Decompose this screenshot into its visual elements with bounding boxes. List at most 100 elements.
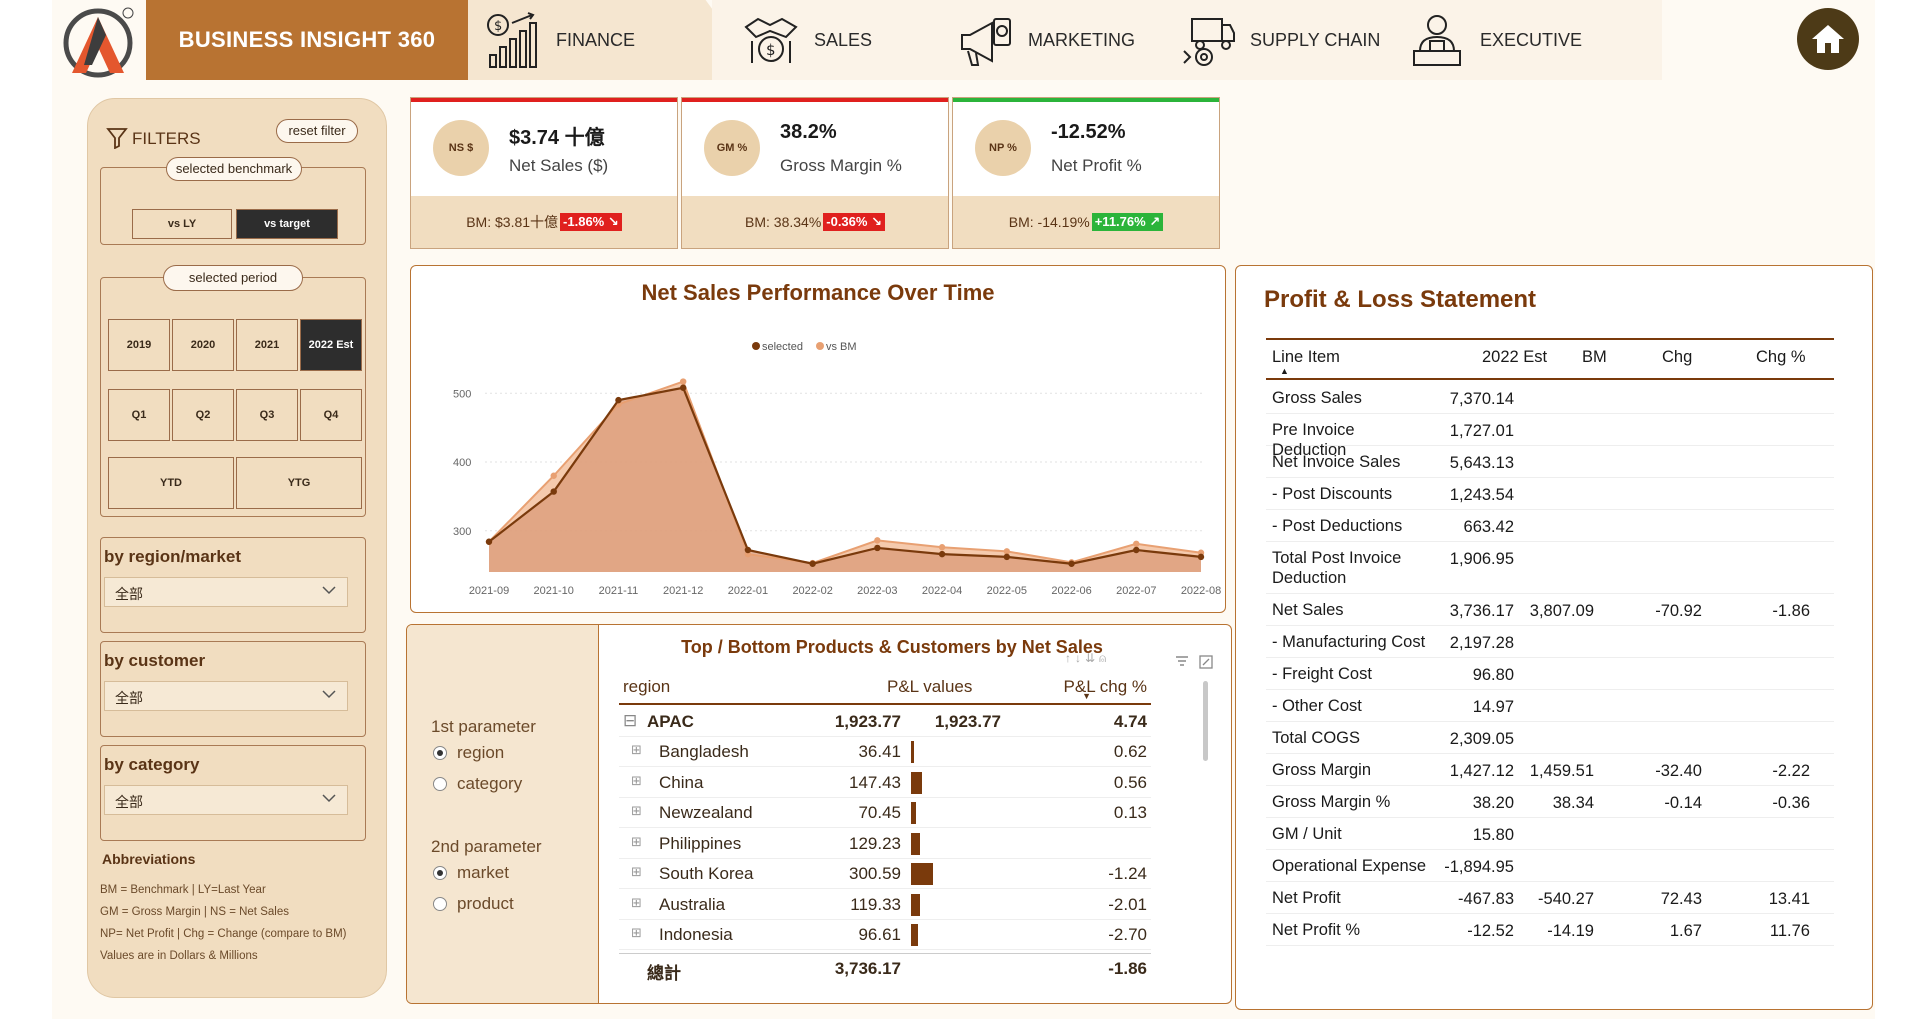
pl-row[interactable]: Net Profit -467.83 -540.27 72.43 13.41 bbox=[1266, 882, 1834, 914]
x-tick-label: 2021-12 bbox=[663, 585, 703, 597]
expand-row-icon[interactable]: ⊞ bbox=[631, 773, 642, 789]
expand-row-icon[interactable]: ⊞ bbox=[631, 742, 642, 758]
kpi-accent-bar bbox=[953, 98, 1219, 102]
pl-est: -12.52 bbox=[1467, 922, 1514, 940]
kpi-badge: GM % bbox=[704, 120, 760, 176]
quarter-q4-button[interactable]: Q4 bbox=[300, 389, 362, 441]
pl-chg-pct: -1.86 bbox=[1772, 602, 1810, 620]
column-header[interactable]: Chg bbox=[1662, 348, 1692, 367]
pl-row[interactable]: - Post Deductions 663.42 bbox=[1266, 510, 1834, 542]
benchmark-vs-target-button[interactable]: vs target bbox=[236, 209, 338, 239]
quarter-q2-button[interactable]: Q2 bbox=[172, 389, 234, 441]
top-bottom-table: region P&L values P&L chg % ▼ ⊟ APAC 1,9… bbox=[619, 669, 1151, 1003]
region-dropdown[interactable]: 全部 bbox=[104, 577, 348, 607]
column-header[interactable]: P&L chg % bbox=[1064, 677, 1147, 697]
reset-filter-button[interactable]: reset filter bbox=[276, 119, 358, 143]
pl-row[interactable]: - Other Cost 14.97 bbox=[1266, 690, 1834, 722]
pl-row[interactable]: Gross Margin % 38.20 38.34 -0.14 -0.36 bbox=[1266, 786, 1834, 818]
table-row[interactable]: ⊞ Philippines 129.23 bbox=[619, 829, 1151, 859]
collapse-icon[interactable]: ⊟ bbox=[623, 711, 637, 731]
pl-row[interactable]: - Manufacturing Cost 2,197.28 bbox=[1266, 626, 1834, 658]
ytg-button[interactable]: YTG bbox=[236, 457, 362, 509]
pl-line-item: - Post Deductions bbox=[1272, 517, 1403, 535]
year-2021-button[interactable]: 2021 bbox=[236, 319, 298, 371]
expand-row-icon[interactable]: ⊞ bbox=[631, 925, 642, 941]
row-name: Bangladesh bbox=[659, 742, 749, 761]
x-tick-label: 2021-11 bbox=[599, 585, 639, 597]
customer-dropdown[interactable]: 全部 bbox=[104, 681, 348, 711]
tab-executive[interactable]: EXECUTIVE bbox=[1392, 0, 1662, 80]
x-tick-label: 2022-06 bbox=[1051, 585, 1091, 597]
pl-row[interactable]: Net Sales 3,736.17 3,807.09 -70.92 -1.86 bbox=[1266, 594, 1834, 626]
tab-sales[interactable]: $ SALES bbox=[712, 0, 972, 80]
sort-controls[interactable]: ↑↓⇊⍝ bbox=[1065, 651, 1110, 666]
home-button[interactable] bbox=[1797, 8, 1859, 70]
pl-row[interactable]: - Freight Cost 96.80 bbox=[1266, 658, 1834, 690]
column-header[interactable]: BM bbox=[1582, 348, 1607, 367]
param2-option-product[interactable]: product bbox=[433, 894, 514, 914]
pl-row[interactable]: GM / Unit 15.80 bbox=[1266, 818, 1834, 850]
year-2019-button[interactable]: 2019 bbox=[108, 319, 170, 371]
table-row[interactable]: ⊞ Newzealand 70.45 0.13 bbox=[619, 798, 1151, 828]
pl-line-item: - Other Cost bbox=[1272, 697, 1362, 715]
pl-est: 38.20 bbox=[1472, 794, 1514, 812]
filter-icon[interactable] bbox=[1175, 655, 1189, 669]
param1-option-region[interactable]: region bbox=[433, 743, 504, 763]
column-header[interactable]: 2022 Est bbox=[1482, 348, 1547, 367]
kpi-change-badge: -0.36% ↘ bbox=[823, 213, 885, 231]
column-header[interactable]: region bbox=[623, 677, 670, 697]
expand-row-icon[interactable]: ⊞ bbox=[631, 895, 642, 911]
kpi-card-net-profit: NP % -12.52% Net Profit % BM: -14.19% +11… bbox=[952, 97, 1220, 249]
pl-row[interactable]: Pre Invoice Deduction 1,727.01 bbox=[1266, 414, 1834, 459]
column-header[interactable]: Line Item bbox=[1272, 348, 1340, 367]
expand-icon[interactable] bbox=[1199, 655, 1213, 669]
tab-finance[interactable]: $ FINANCE bbox=[468, 0, 738, 80]
table-row[interactable]: ⊞ Bangladesh 36.41 0.62 bbox=[619, 737, 1151, 767]
pl-bm: 3,807.09 bbox=[1529, 602, 1594, 620]
row-value: 129.23 bbox=[849, 833, 901, 853]
pl-row[interactable]: Net Profit % -12.52 -14.19 1.67 11.76 bbox=[1266, 914, 1834, 946]
column-header[interactable]: Chg % bbox=[1756, 348, 1806, 367]
data-point bbox=[1003, 548, 1011, 555]
pl-row[interactable]: Gross Margin 1,427.12 1,459.51 -32.40 -2.22 bbox=[1266, 754, 1834, 786]
expand-row-icon[interactable]: ⊞ bbox=[631, 834, 642, 850]
quarter-q3-button[interactable]: Q3 bbox=[236, 389, 298, 441]
table-row[interactable]: ⊞ China 147.43 0.56 bbox=[619, 768, 1151, 798]
table-row[interactable]: ⊞ Indonesia 96.61 -2.70 bbox=[619, 920, 1151, 950]
data-point bbox=[938, 550, 946, 558]
row-name: Philippines bbox=[659, 833, 742, 853]
pl-row[interactable]: Gross Sales 7,370.14 bbox=[1266, 382, 1834, 414]
pl-est: 663.42 bbox=[1463, 518, 1514, 536]
net-sales-area-chart[interactable]: selected vs BM 300 400 500 2021-09 2021-10 2021… bbox=[411, 266, 1225, 612]
abbreviation-line: NP= Net Profit | Chg = Change (compare t… bbox=[100, 928, 347, 940]
legend-marker bbox=[816, 342, 824, 350]
scrollbar[interactable] bbox=[1203, 681, 1208, 761]
pl-row[interactable]: - Post Discounts 1,243.54 bbox=[1266, 478, 1834, 510]
expand-row-icon[interactable]: ⊞ bbox=[631, 803, 642, 819]
pl-row[interactable]: Total COGS 2,309.05 bbox=[1266, 722, 1834, 754]
category-dropdown[interactable]: 全部 bbox=[104, 785, 348, 815]
pl-chg-pct: -0.36 bbox=[1772, 794, 1810, 812]
benchmark-vs-ly-button[interactable]: vs LY bbox=[132, 209, 232, 239]
param2-option-market[interactable]: market bbox=[433, 863, 509, 883]
pl-row[interactable]: Operational Expense -1,894.95 bbox=[1266, 850, 1834, 882]
radio-selected-icon bbox=[433, 866, 447, 880]
ytd-button[interactable]: YTD bbox=[108, 457, 234, 509]
expand-row-icon[interactable]: ⊞ bbox=[631, 864, 642, 880]
kpi-label: Net Sales ($) bbox=[509, 156, 609, 175]
pl-est: 3,736.17 bbox=[1449, 602, 1514, 620]
param1-option-category[interactable]: category bbox=[433, 774, 522, 794]
year-2020-button[interactable]: 2020 bbox=[172, 319, 234, 371]
column-header[interactable]: P&L values bbox=[887, 677, 972, 697]
year-2022-est-button[interactable]: 2022 Est bbox=[300, 319, 362, 371]
row-name: APAC bbox=[647, 712, 694, 731]
table-row[interactable]: ⊞ Australia 119.33 -2.01 bbox=[619, 890, 1151, 920]
kpi-badge: NS $ bbox=[433, 120, 489, 176]
table-row[interactable]: ⊞ South Korea 300.59 -1.24 bbox=[619, 859, 1151, 889]
dashboard: BUSINESS INSIGHT 360 $ FINANCE $ SALES M… bbox=[52, 0, 1875, 1019]
pl-row[interactable]: Total Post Invoice Deduction 1,906.95 bbox=[1266, 542, 1834, 594]
pl-line-item: Net Sales bbox=[1272, 601, 1344, 619]
pl-chg-pct: 13.41 bbox=[1768, 890, 1810, 908]
pl-row[interactable]: Net Invoice Sales 5,643.13 bbox=[1266, 446, 1834, 478]
quarter-q1-button[interactable]: Q1 bbox=[108, 389, 170, 441]
